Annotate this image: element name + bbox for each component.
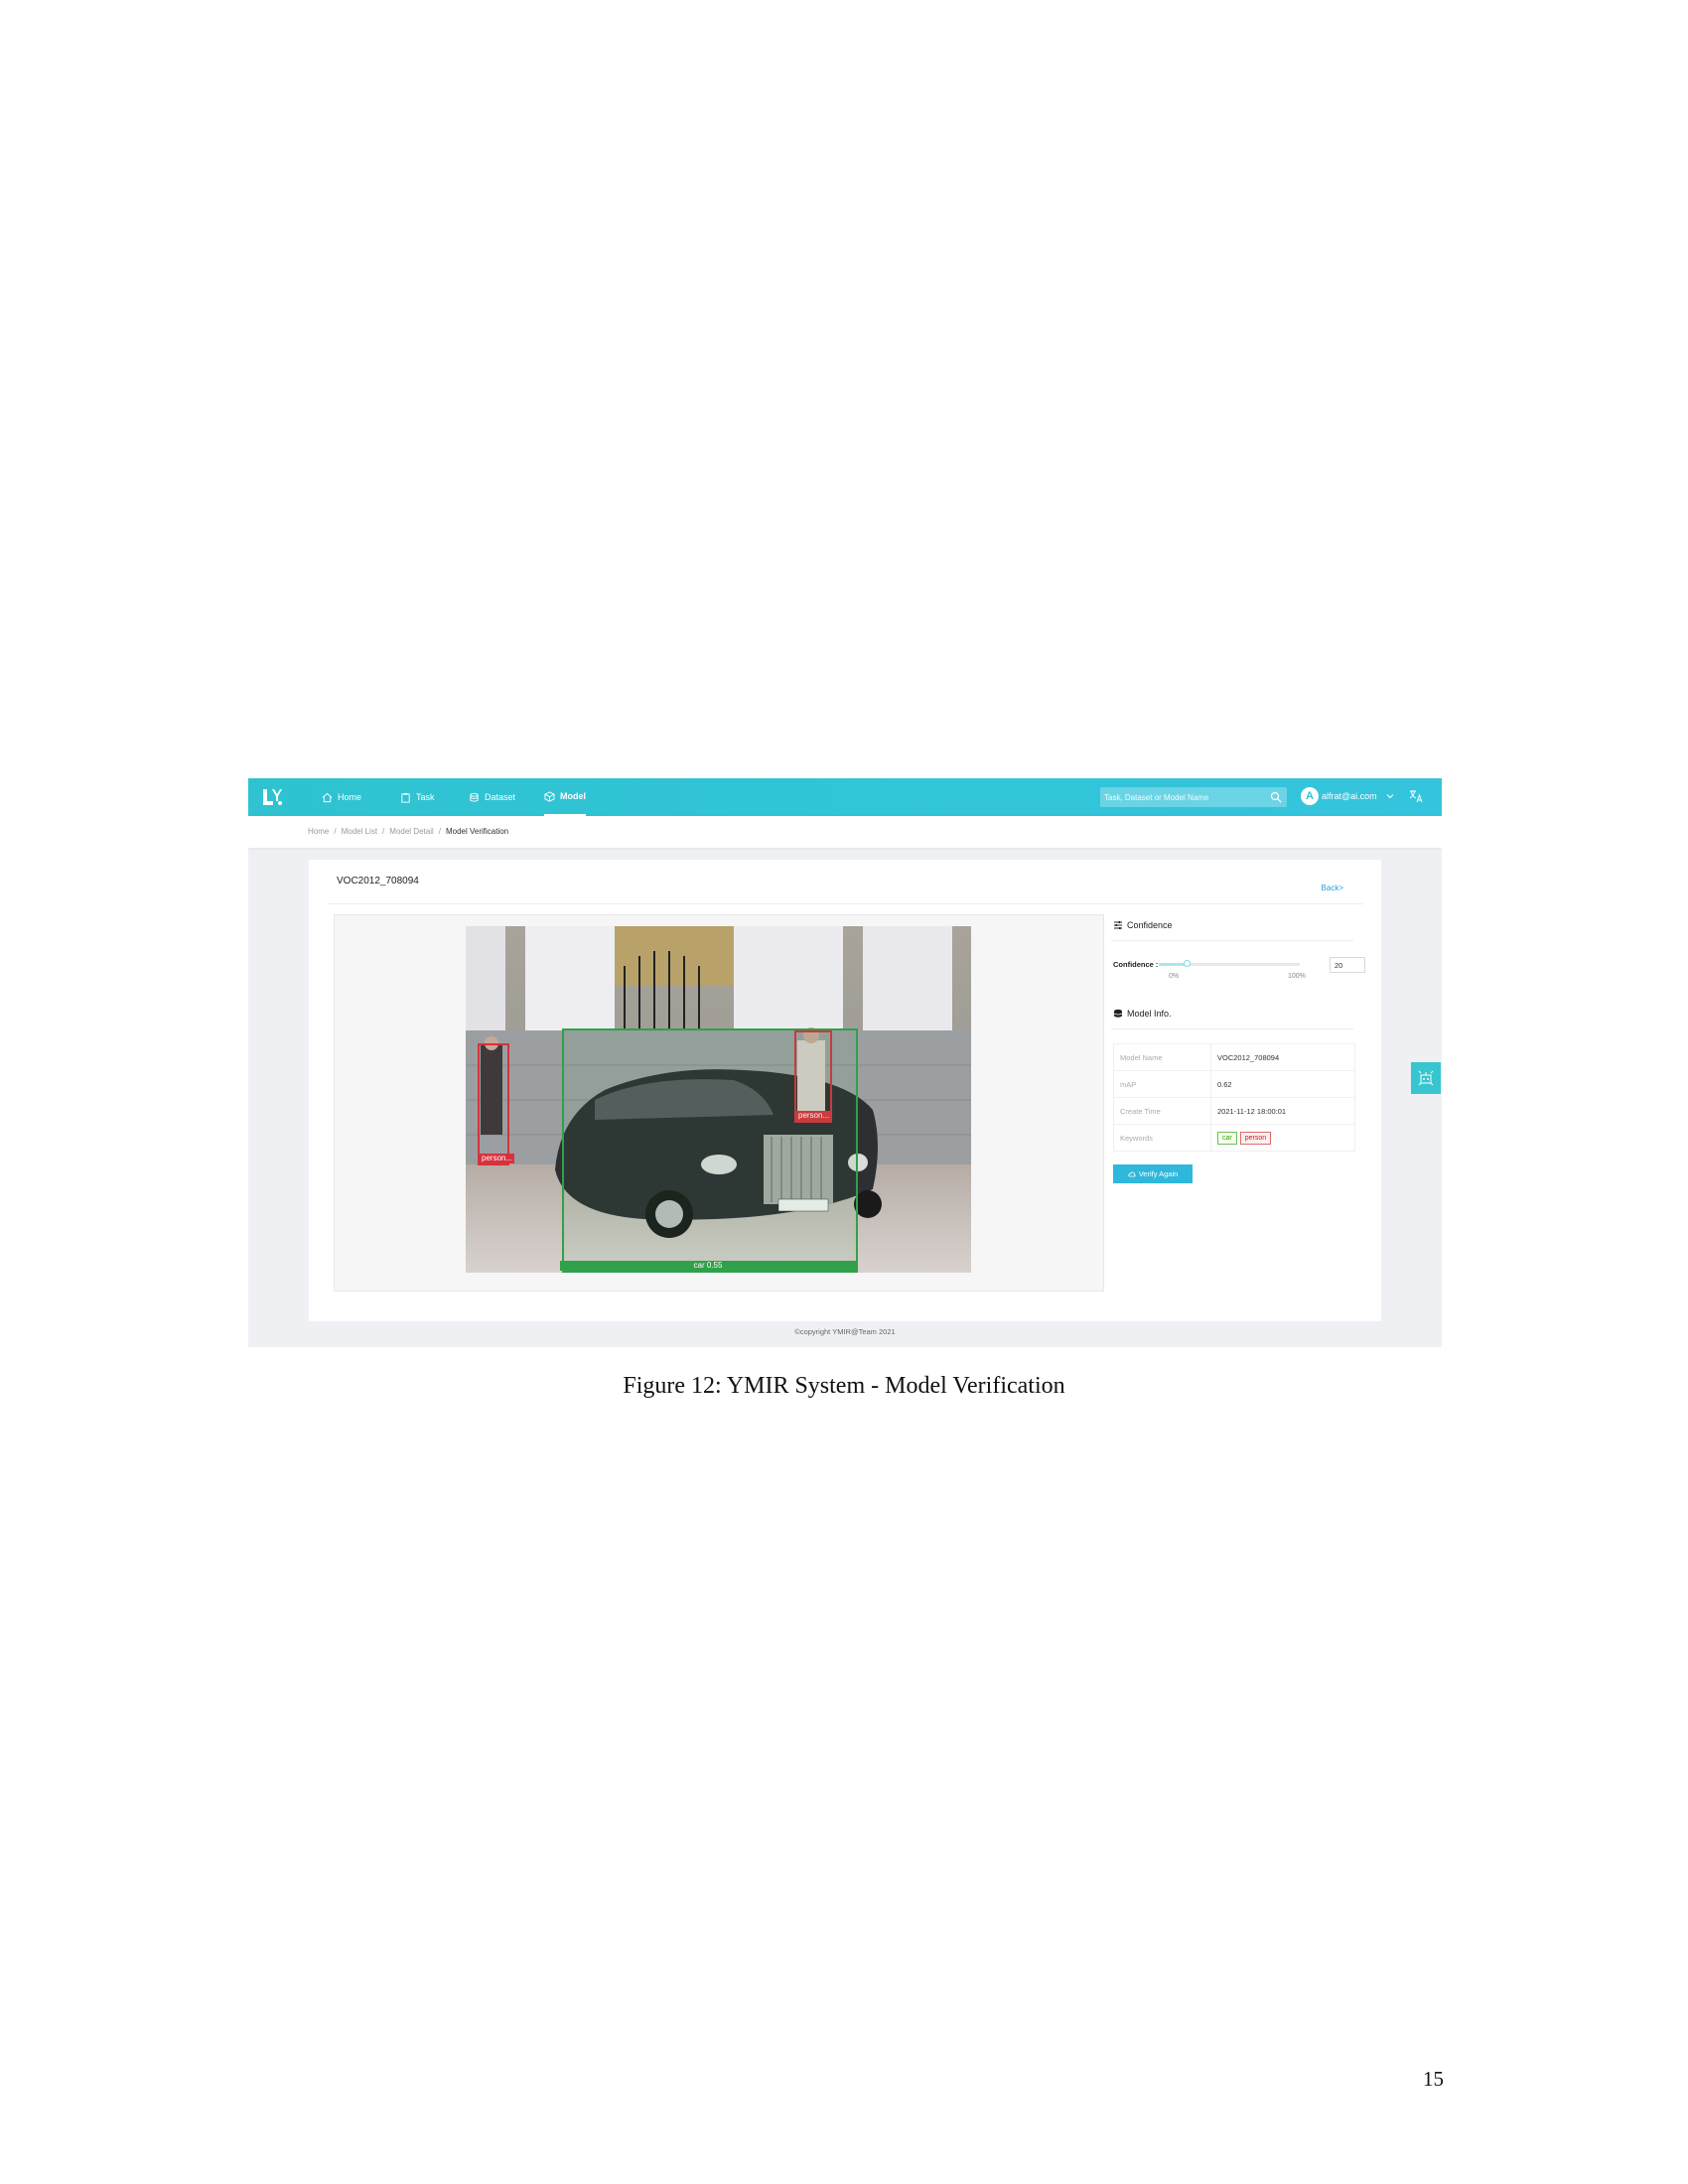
nav-task-label: Task	[416, 792, 435, 802]
user-avatar[interactable]: A	[1301, 787, 1319, 805]
info-value: 0.62	[1210, 1070, 1355, 1098]
slider-min-label: 0%	[1169, 973, 1180, 980]
clipboard-icon	[401, 792, 410, 803]
breadcrumb-bar: Home / Model List / Model Detail / Model Ve…	[248, 816, 1442, 848]
info-key: mAP	[1113, 1070, 1211, 1098]
divider	[327, 903, 1363, 904]
cube-icon	[544, 790, 555, 802]
slider-handle[interactable]	[1184, 960, 1192, 967]
nav-dataset-label: Dataset	[485, 792, 516, 802]
nav-task[interactable]: Task	[400, 778, 435, 816]
app-footer: ©copyright YMIR@Team 2021	[794, 1327, 896, 1336]
breadcrumb-current: Model Verification	[445, 827, 509, 836]
person-detection-box[interactable]: person...	[478, 1043, 515, 1165]
keyword-tag: car	[1217, 1131, 1237, 1145]
home-icon	[322, 792, 333, 802]
breadcrumb: Home / Model List / Model Detail / Model Ve…	[308, 827, 508, 836]
floating-helper-widget[interactable]	[1411, 1062, 1441, 1094]
table-row: mAP 0.62	[1113, 1070, 1355, 1098]
top-navbar: Home Task Dataset Model A alfrat@ai.com	[248, 778, 1442, 816]
verify-again-button[interactable]: Verify Again	[1113, 1164, 1193, 1183]
page-title: VOC2012_708094	[337, 876, 419, 887]
page-number: 15	[1423, 2067, 1444, 2091]
breadcrumb-model-list[interactable]: Model List	[342, 827, 377, 836]
nav-dataset[interactable]: Dataset	[469, 778, 515, 816]
info-value: VOC2012_708094	[1210, 1043, 1355, 1071]
breadcrumb-separator: /	[438, 827, 441, 836]
verification-card: VOC2012_708094 Back> person... person...…	[309, 860, 1381, 1321]
info-key: Model Name	[1113, 1043, 1211, 1071]
model-info-table: Model Name VOC2012_708094 mAP 0.62 Creat…	[1113, 1043, 1355, 1152]
nav-model-label: Model	[560, 791, 586, 801]
detection-label: car 0.55	[560, 1261, 856, 1271]
detection-label: person...	[480, 1154, 515, 1163]
confidence-heading: Confidence	[1113, 920, 1173, 930]
upload-cloud-icon	[1128, 1171, 1136, 1176]
figure-caption: Figure 12: YMIR System - Model Verificat…	[623, 1373, 1065, 1399]
keywords-cell: car person	[1210, 1124, 1355, 1152]
breadcrumb-separator: /	[334, 827, 337, 836]
confidence-input[interactable]	[1330, 957, 1365, 973]
nav-home-label: Home	[338, 792, 362, 802]
search-input[interactable]	[1104, 789, 1263, 805]
verify-again-label: Verify Again	[1138, 1169, 1179, 1178]
info-key: Keywords	[1113, 1124, 1211, 1152]
confidence-label: Confidence :	[1113, 960, 1159, 969]
breadcrumb-model-detail[interactable]: Model Detail	[389, 827, 433, 836]
breadcrumb-home[interactable]: Home	[308, 827, 329, 836]
screenshot-figure: Home Task Dataset Model A alfrat@ai.com …	[248, 778, 1442, 1347]
nav-home[interactable]: Home	[322, 778, 361, 816]
model-info-heading-text: Model Info.	[1127, 1009, 1172, 1019]
user-email[interactable]: alfrat@ai.com	[1322, 791, 1377, 801]
robot-icon	[1418, 1070, 1434, 1086]
image-viewer: person... person... car 0.55	[334, 914, 1104, 1292]
ymir-logo-icon[interactable]	[260, 785, 284, 809]
nav-model[interactable]: Model	[544, 778, 586, 816]
breadcrumb-separator: /	[382, 827, 385, 836]
divider	[1111, 940, 1353, 941]
chevron-down-icon[interactable]	[1386, 792, 1394, 800]
slider-max-label: 100%	[1288, 973, 1306, 980]
sliders-icon	[1114, 921, 1122, 929]
table-row: Create Time 2021-11-12 18:00:01	[1113, 1097, 1355, 1125]
table-row: Keywords car person	[1113, 1124, 1355, 1152]
confidence-heading-text: Confidence	[1127, 920, 1173, 930]
keyword-tag: person	[1239, 1131, 1272, 1145]
model-info-heading: Model Info.	[1113, 1009, 1172, 1019]
confidence-slider[interactable]	[1159, 960, 1300, 967]
slider-fill	[1159, 963, 1188, 966]
global-search	[1100, 787, 1287, 807]
verification-image: person... person... car 0.55	[466, 926, 971, 1273]
info-value: 2021-11-12 18:00:01	[1210, 1097, 1355, 1125]
search-icon[interactable]	[1270, 791, 1282, 803]
back-link[interactable]: Back>	[1322, 884, 1343, 892]
language-switch-icon[interactable]	[1408, 788, 1424, 804]
database-icon	[1113, 1009, 1123, 1018]
side-panel: Confidence Confidence : 0% 100% Model In…	[1111, 914, 1369, 1292]
table-row: Model Name VOC2012_708094	[1113, 1043, 1355, 1071]
info-key: Create Time	[1113, 1097, 1211, 1125]
divider	[1111, 1028, 1353, 1029]
car-detection-box[interactable]: car 0.55	[560, 1028, 858, 1273]
database-icon	[470, 792, 479, 802]
